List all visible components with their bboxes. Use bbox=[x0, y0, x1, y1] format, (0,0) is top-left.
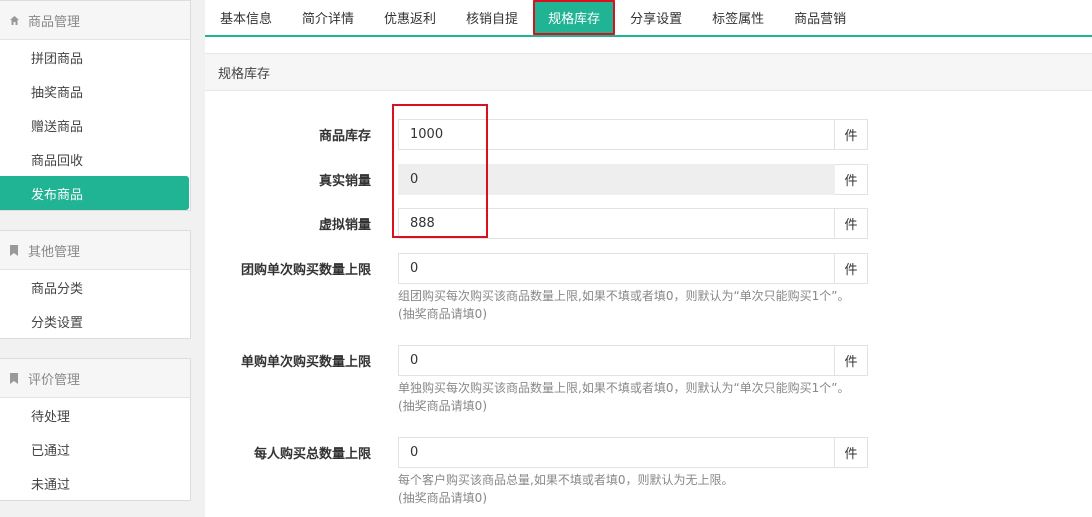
help-line: 组团购买每次购买该商品数量上限,如果不填或者填0，则默认为“单次只能购买1个”。 bbox=[398, 289, 850, 303]
help-text: 每个客户购买该商品总量,如果不填或者填0，则默认为无上限。 (抽奖商品请填0) bbox=[398, 471, 878, 507]
unit-addon: 件 bbox=[835, 345, 868, 376]
sidebar: 商品管理 拼团商品 抽奖商品 赠送商品 商品回收 发布商品 其他管理 商品分类 … bbox=[0, 0, 191, 517]
unit-addon: 件 bbox=[835, 164, 868, 195]
group-title: 商品管理 bbox=[28, 14, 81, 30]
tab-share-settings[interactable]: 分享设置 bbox=[615, 0, 697, 35]
help-text: 组团购买每次购买该商品数量上限,如果不填或者填0，则默认为“单次只能购买1个”。… bbox=[398, 287, 878, 323]
per-person-limit-input[interactable] bbox=[398, 437, 835, 468]
field-label: 单购单次购买数量上限 bbox=[240, 355, 371, 370]
tab-discount-rebate[interactable]: 优惠返利 bbox=[369, 0, 451, 35]
help-line: 每个客户购买该商品总量,如果不填或者填0，则默认为无上限。 bbox=[398, 473, 734, 487]
group-goods-management: 商品管理 拼团商品 抽奖商品 赠送商品 商品回收 发布商品 bbox=[0, 0, 191, 211]
group-header[interactable]: 评价管理 bbox=[0, 359, 190, 398]
tab-marketing[interactable]: 商品营销 bbox=[779, 0, 861, 35]
sidebar-item-recycle[interactable]: 商品回收 bbox=[0, 142, 190, 176]
virtual-sales-field: 件 bbox=[398, 208, 868, 239]
real-sales-input bbox=[398, 164, 835, 195]
sidebar-item-pending[interactable]: 待处理 bbox=[0, 398, 190, 432]
real-sales-field: 件 bbox=[398, 164, 868, 195]
help-note: (抽奖商品请填0) bbox=[398, 399, 487, 413]
sidebar-item-approved[interactable]: 已通过 bbox=[0, 432, 190, 466]
field-label: 商品库存 bbox=[318, 129, 371, 144]
tab-tag-attributes[interactable]: 标签属性 bbox=[697, 0, 779, 35]
group-header[interactable]: 其他管理 bbox=[0, 231, 190, 270]
field-label: 真实销量 bbox=[318, 174, 371, 189]
unit-addon: 件 bbox=[835, 437, 868, 468]
field-label: 每人购买总数量上限 bbox=[253, 447, 371, 462]
tab-bar: 基本信息 简介详情 优惠返利 核销自提 规格库存 分享设置 标签属性 商品营销 bbox=[205, 0, 1092, 37]
group-title: 评价管理 bbox=[28, 372, 81, 388]
group-buy-limit-input[interactable] bbox=[398, 253, 835, 284]
main-content: 基本信息 简介详情 优惠返利 核销自提 规格库存 分享设置 标签属性 商品营销 … bbox=[205, 0, 1092, 517]
single-buy-limit-input[interactable] bbox=[398, 345, 835, 376]
group-other-management: 其他管理 商品分类 分类设置 bbox=[0, 230, 191, 339]
sidebar-item-rejected[interactable]: 未通过 bbox=[0, 466, 190, 500]
virtual-sales-input[interactable] bbox=[398, 208, 835, 239]
sidebar-item-gift[interactable]: 赠送商品 bbox=[0, 108, 190, 142]
per-person-limit-field: 件 bbox=[398, 437, 868, 468]
sidebar-item-group-buy[interactable]: 拼团商品 bbox=[0, 40, 190, 74]
tab-pickup[interactable]: 核销自提 bbox=[451, 0, 533, 35]
panel-title: 规格库存 bbox=[205, 53, 1092, 91]
group-review-management: 评价管理 待处理 已通过 未通过 bbox=[0, 358, 191, 501]
help-text: 单独购买每次购买该商品数量上限,如果不填或者填0，则默认为“单次只能购买1个”。… bbox=[398, 379, 878, 415]
bookmark-icon bbox=[8, 244, 20, 256]
group-header[interactable]: 商品管理 bbox=[0, 1, 190, 40]
sidebar-item-category-settings[interactable]: 分类设置 bbox=[0, 304, 190, 338]
help-line: 单独购买每次购买该商品数量上限,如果不填或者填0，则默认为“单次只能购买1个”。 bbox=[398, 381, 850, 395]
field-label: 团购单次购买数量上限 bbox=[240, 263, 371, 278]
sidebar-item-lottery[interactable]: 抽奖商品 bbox=[0, 74, 190, 108]
bookmark-icon bbox=[8, 372, 20, 384]
single-buy-limit-field: 件 bbox=[398, 345, 868, 376]
unit-addon: 件 bbox=[835, 208, 868, 239]
field-label: 虚拟销量 bbox=[318, 218, 371, 233]
tab-intro-detail[interactable]: 简介详情 bbox=[287, 0, 369, 35]
tab-spec-stock[interactable]: 规格库存 bbox=[533, 0, 616, 35]
stock-field: 件 bbox=[398, 119, 868, 150]
group-buy-limit-field: 件 bbox=[398, 253, 868, 284]
help-note: (抽奖商品请填0) bbox=[398, 491, 487, 505]
stock-input[interactable] bbox=[398, 119, 835, 150]
sidebar-item-category[interactable]: 商品分类 bbox=[0, 270, 190, 304]
help-note: (抽奖商品请填0) bbox=[398, 307, 487, 321]
tab-basic-info[interactable]: 基本信息 bbox=[205, 0, 287, 35]
sidebar-item-publish[interactable]: 发布商品 bbox=[0, 176, 189, 210]
unit-addon: 件 bbox=[835, 253, 868, 284]
group-title: 其他管理 bbox=[28, 244, 81, 260]
unit-addon: 件 bbox=[835, 119, 868, 150]
home-icon bbox=[8, 14, 20, 26]
